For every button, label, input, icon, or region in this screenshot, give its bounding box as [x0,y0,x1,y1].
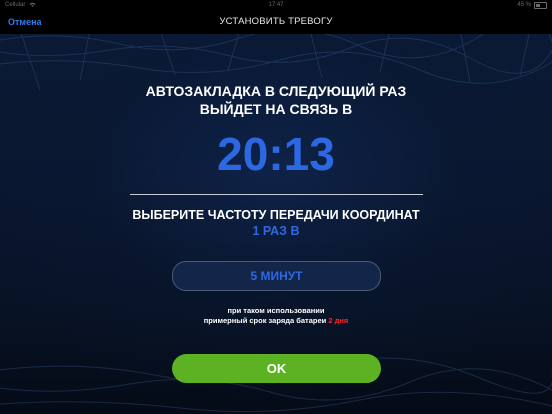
battery-days-value: 2 дня [328,316,349,325]
alarm-screen: Cellular 17:47 45 % Отмена УСТАНОВИТЬ ТР… [0,0,552,414]
frequency-heading: ВЫБЕРИТЕ ЧАСТОТУ ПЕРЕДАЧИ КООРДИНАТ [132,208,420,222]
battery-status: 45 % [517,0,547,10]
battery-note: при таком использовании примерный срок з… [0,306,552,326]
heading-line-1: АВТОЗАКЛАДКА В СЛЕДУЮЩИЙ РАЗ [145,83,407,99]
status-bar: Cellular 17:47 45 % [0,0,552,10]
next-contact-time: 20:13 [217,128,335,180]
page-title: УСТАНОВИТЬ ТРЕВОГУ [219,16,333,27]
note-line-2: примерный срок заряда батареи 2 дня [0,316,552,326]
divider [130,194,423,195]
next-contact-heading: АВТОЗАКЛАДКА В СЛЕДУЮЩИЙ РАЗ ВЫЙДЕТ НА С… [0,82,552,118]
navigation-bar: Отмена УСТАНОВИТЬ ТРЕВОГУ [0,10,552,34]
note-line-2-text: примерный срок заряда батареи [203,316,327,325]
battery-percent: 45 % [517,2,531,8]
note-line-1: при таком использовании [227,306,325,315]
battery-icon [534,1,547,9]
clock-label: 17:47 [268,2,284,8]
interval-picker[interactable]: 5 МИНУТ [172,261,381,291]
heading-line-2: ВЫЙДЕТ НА СВЯЗЬ В [199,101,353,117]
ok-button[interactable]: OK [172,354,381,383]
frequency-subheading: 1 РАЗ В [252,224,300,238]
